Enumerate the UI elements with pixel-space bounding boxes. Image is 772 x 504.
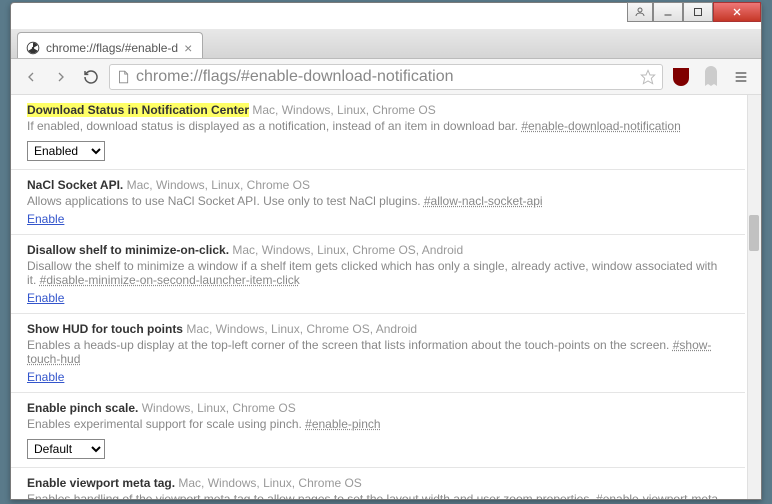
flag-entry: Show HUD for touch points Mac, Windows, … <box>11 314 745 393</box>
flag-enable-link[interactable]: Enable <box>27 370 64 384</box>
user-button[interactable] <box>627 2 653 22</box>
address-bar[interactable]: chrome://flags/#enable-download-notifica… <box>109 64 663 90</box>
nuclear-icon <box>26 41 40 55</box>
flag-platforms: Mac, Windows, Linux, Chrome OS <box>127 178 310 192</box>
flag-anchor-link[interactable]: #disable-minimize-on-second-launcher-ite… <box>40 273 300 287</box>
flag-enable-link[interactable]: Enable <box>27 212 64 226</box>
window-controls <box>627 2 761 22</box>
flag-name: Enable pinch scale. <box>27 401 138 415</box>
close-window-button[interactable] <box>713 2 761 22</box>
page-icon <box>116 70 130 84</box>
flag-entry: Disallow shelf to minimize-on-click. Mac… <box>11 235 745 314</box>
url-text: chrome://flags/#enable-download-notifica… <box>136 68 634 86</box>
flag-select[interactable]: Enabled <box>27 141 105 161</box>
forward-button[interactable] <box>49 65 73 89</box>
titlebar <box>11 3 761 29</box>
reload-button[interactable] <box>79 65 103 89</box>
flag-platforms: Mac, Windows, Linux, Chrome OS <box>178 476 361 490</box>
flag-entry: Download Status in Notification Center M… <box>11 95 745 170</box>
flag-anchor-link[interactable]: #enable-download-notification <box>521 119 680 133</box>
flag-description: If enabled, download status is displayed… <box>27 119 729 133</box>
scrollbar-thumb[interactable] <box>749 215 759 251</box>
flag-anchor-link[interactable]: #enable-viewport-meta <box>596 492 718 499</box>
flag-anchor-link[interactable]: #enable-pinch <box>305 417 380 431</box>
flag-name: Download Status in Notification Center <box>27 103 249 117</box>
flag-name: NaCl Socket API. <box>27 178 123 192</box>
tab-strip: chrome://flags/#enable-d × <box>11 29 761 59</box>
close-tab-icon[interactable]: × <box>184 40 192 56</box>
flag-description: Enables experimental support for scale u… <box>27 417 729 431</box>
flag-platforms: Mac, Windows, Linux, Chrome OS, Android <box>232 243 463 257</box>
flag-platforms: Windows, Linux, Chrome OS <box>142 401 296 415</box>
flag-anchor-link[interactable]: #show-touch-hud <box>27 338 711 366</box>
tab-title: chrome://flags/#enable-d <box>46 41 178 55</box>
flag-description: Disallow the shelf to minimize a window … <box>27 259 729 287</box>
flag-description: Enables handling of the viewport meta ta… <box>27 492 729 499</box>
flag-name: Show HUD for touch points <box>27 322 183 336</box>
flag-description: Enables a heads-up display at the top-le… <box>27 338 729 366</box>
flag-platforms: Mac, Windows, Linux, Chrome OS <box>252 103 435 117</box>
scrollbar-track[interactable] <box>747 95 761 499</box>
flag-entry: Enable viewport meta tag. Mac, Windows, … <box>11 468 745 499</box>
flag-anchor-link[interactable]: #allow-nacl-socket-api <box>424 194 543 208</box>
ghostery-extension-icon[interactable] <box>699 65 723 89</box>
flag-name: Disallow shelf to minimize-on-click. <box>27 243 229 257</box>
bookmark-star-icon[interactable] <box>640 69 656 85</box>
toolbar: chrome://flags/#enable-download-notifica… <box>11 59 761 95</box>
flag-entry: NaCl Socket API. Mac, Windows, Linux, Ch… <box>11 170 745 235</box>
flag-platforms: Mac, Windows, Linux, Chrome OS, Android <box>186 322 417 336</box>
page-content: Download Status in Notification Center M… <box>11 95 761 499</box>
flag-select[interactable]: Default <box>27 439 105 459</box>
flag-description: Allows applications to use NaCl Socket A… <box>27 194 729 208</box>
flag-entry: Enable pinch scale. Windows, Linux, Chro… <box>11 393 745 468</box>
menu-button[interactable] <box>729 65 753 89</box>
flag-name: Enable viewport meta tag. <box>27 476 175 490</box>
browser-window: chrome://flags/#enable-d × chrome://flag… <box>10 2 762 500</box>
tab-flags[interactable]: chrome://flags/#enable-d × <box>17 32 203 58</box>
ublock-extension-icon[interactable] <box>669 65 693 89</box>
maximize-button[interactable] <box>683 2 713 22</box>
flag-enable-link[interactable]: Enable <box>27 291 64 305</box>
back-button[interactable] <box>19 65 43 89</box>
minimize-button[interactable] <box>653 2 683 22</box>
